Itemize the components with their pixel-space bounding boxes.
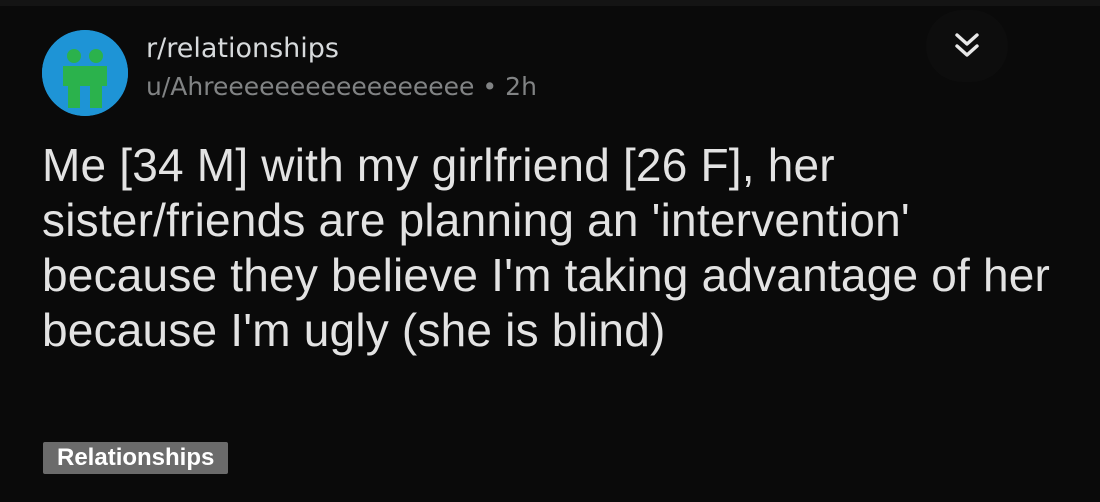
collapse-button[interactable]	[926, 10, 1008, 82]
subreddit-couple-icon	[42, 30, 128, 116]
post-card: r/relationships u/Ahreeeeeeeeeeeeeeeee • 2…	[0, 0, 1100, 502]
author-name[interactable]: u/Ahreeeeeeeeeeeeeeeee	[146, 72, 474, 101]
post-meta: r/relationships u/Ahreeeeeeeeeeeeeeeee • 2…	[146, 30, 537, 106]
byline-separator: •	[482, 72, 498, 101]
double-chevron-down-icon	[955, 33, 979, 57]
subreddit-avatar[interactable]	[42, 30, 128, 116]
post-age: 2h	[505, 72, 537, 101]
post-byline: u/Ahreeeeeeeeeeeeeeeee • 2h	[146, 68, 537, 106]
top-divider	[0, 0, 1100, 6]
post-title[interactable]: Me [34 M] with my girlfriend [26 F], her…	[42, 138, 1062, 358]
post-flair[interactable]: Relationships	[43, 442, 229, 474]
subreddit-name[interactable]: r/relationships	[146, 30, 537, 68]
